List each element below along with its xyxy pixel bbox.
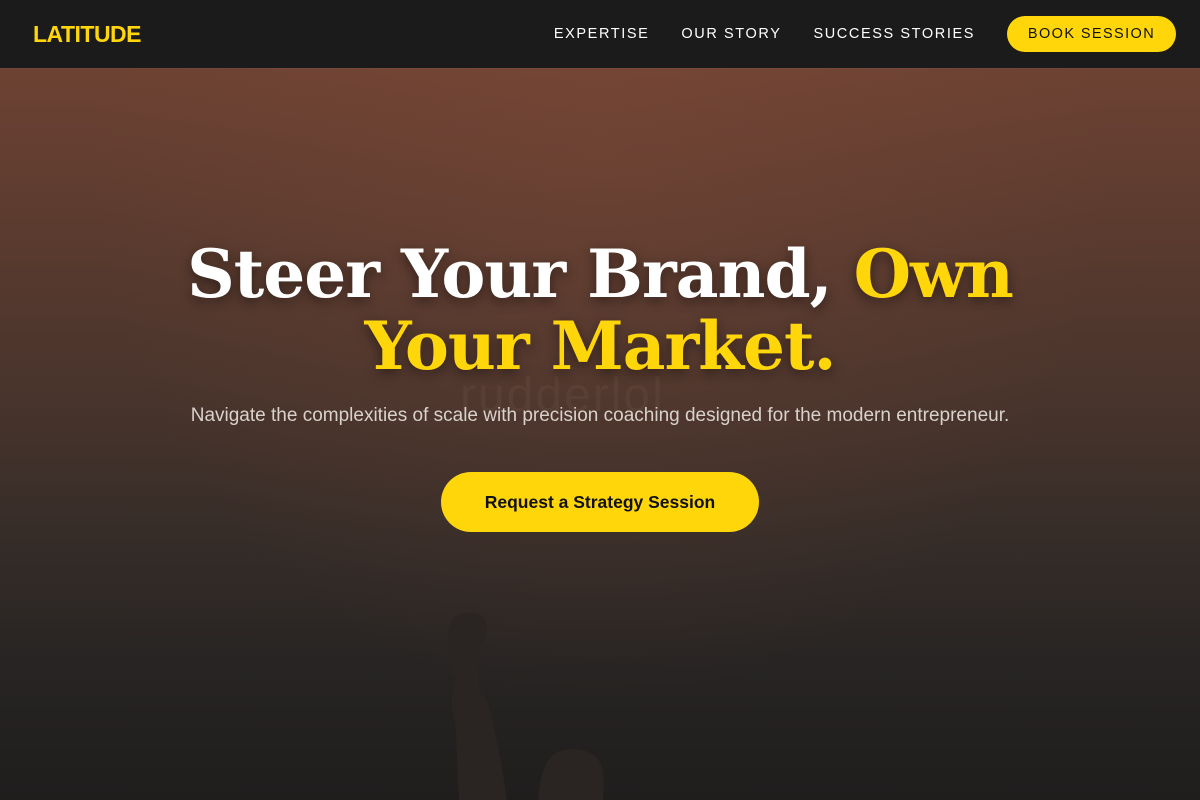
- hero-headline: Steer Your Brand, Own Your Market.: [150, 238, 1050, 382]
- book-session-button[interactable]: BOOK SESSION: [1007, 16, 1176, 52]
- request-strategy-session-button[interactable]: Request a Strategy Session: [441, 472, 759, 532]
- top-navbar: LATITUDE EXPERTISE OUR STORY SUCCESS STO…: [0, 0, 1200, 68]
- nav-links: EXPERTISE OUR STORY SUCCESS STORIES BOOK…: [554, 16, 1176, 52]
- hero-subtext: Navigate the complexities of scale with …: [190, 405, 1010, 426]
- hero-content: Steer Your Brand, Own Your Market. Navig…: [0, 238, 1200, 532]
- brand-logo[interactable]: LATITUDE: [33, 21, 142, 48]
- raised-fist-silhouette-icon: [448, 612, 604, 800]
- hero-section: rudderlol Steer Your Brand, Own Your Mar…: [0, 68, 1200, 800]
- nav-link-expertise[interactable]: EXPERTISE: [554, 26, 650, 42]
- nav-link-our-story[interactable]: OUR STORY: [681, 26, 781, 42]
- hero-headline-main: Steer Your Brand,: [187, 235, 854, 313]
- nav-link-success-stories[interactable]: SUCCESS STORIES: [813, 26, 975, 42]
